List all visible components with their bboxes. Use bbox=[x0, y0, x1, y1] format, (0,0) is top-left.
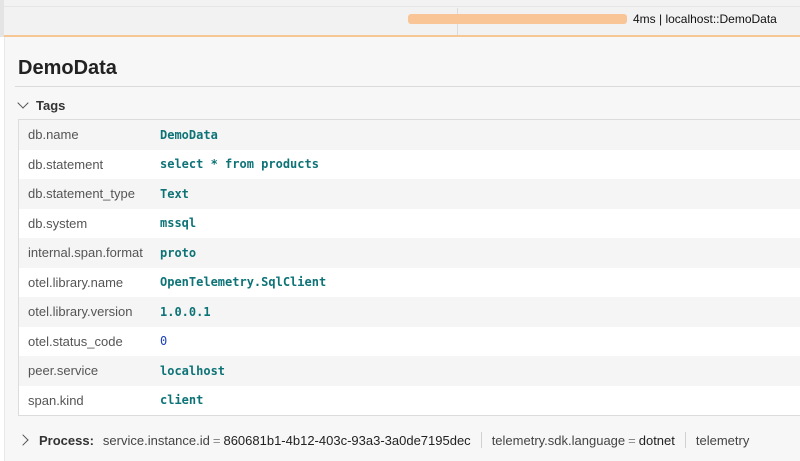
tag-key: otel.library.version bbox=[28, 304, 133, 320]
title-divider bbox=[15, 86, 800, 87]
chevron-down-icon bbox=[17, 97, 29, 109]
process-item-key: service.instance.id bbox=[102, 432, 210, 448]
tags-table: db.name DemoData db.statement select * from… bbox=[18, 119, 800, 416]
process-item-key: telemetry bbox=[695, 432, 750, 448]
tag-key: internal.span.format bbox=[28, 245, 143, 261]
tags-section-label: Tags bbox=[36, 97, 66, 113]
tag-value: 1.0.0.1 bbox=[160, 304, 211, 319]
tag-key: otel.status_code bbox=[28, 333, 123, 349]
tag-value: client bbox=[160, 393, 204, 408]
tag-key: span.kind bbox=[28, 392, 84, 408]
process-section-label: Process: bbox=[39, 432, 94, 448]
tag-row[interactable]: internal.span.format proto bbox=[19, 238, 800, 268]
tag-value: DemoData bbox=[160, 127, 218, 142]
tag-value: OpenTelemetry.SqlClient bbox=[160, 275, 327, 290]
process-item: telemetry.sdk.language = dotnet bbox=[492, 433, 675, 448]
tags-section-toggle[interactable]: Tags bbox=[17, 95, 66, 115]
tag-row[interactable]: peer.service localhost bbox=[19, 356, 800, 386]
tag-key: db.system bbox=[28, 215, 88, 231]
tag-value: proto bbox=[160, 245, 197, 260]
timeline-row-divider bbox=[4, 6, 800, 7]
process-item: service.instance.id = 860681b1-4b12-403c-9… bbox=[103, 433, 471, 448]
tag-value: mssql bbox=[160, 216, 197, 231]
process-item-key: telemetry.sdk.language bbox=[491, 432, 626, 448]
tag-row[interactable]: otel.library.name OpenTelemetry.SqlClient bbox=[19, 267, 800, 297]
timeline-row[interactable]: 4ms | localhost::DemoData bbox=[0, 0, 800, 37]
span-duration-bar[interactable] bbox=[408, 14, 627, 24]
process-separator bbox=[480, 432, 482, 448]
equals-sign: = bbox=[628, 432, 636, 448]
tag-key: otel.library.name bbox=[28, 274, 124, 290]
tag-row[interactable]: db.system mssql bbox=[19, 208, 800, 238]
chevron-right-icon bbox=[17, 434, 29, 446]
tag-key: db.statement bbox=[28, 156, 104, 172]
process-item-value: dotnet bbox=[638, 432, 675, 448]
tag-value: localhost bbox=[160, 363, 226, 378]
tag-key: db.statement_type bbox=[28, 186, 135, 202]
tag-row[interactable]: otel.status_code 0 bbox=[19, 326, 800, 356]
tag-key: peer.service bbox=[28, 363, 99, 379]
process-item: telemetry bbox=[696, 433, 749, 448]
equals-sign: = bbox=[212, 432, 221, 448]
process-section-toggle[interactable]: Process: service.instance.id = 860681b1-4b… bbox=[17, 427, 749, 453]
tag-row[interactable]: span.kind client bbox=[19, 385, 800, 415]
tag-value: Text bbox=[160, 186, 189, 201]
tag-row[interactable]: db.statement_type Text bbox=[19, 179, 800, 209]
tag-value: select * from products bbox=[160, 157, 319, 172]
span-duration-label: 4ms | localhost::DemoData bbox=[633, 12, 777, 26]
tag-key: db.name bbox=[28, 127, 79, 143]
tag-row[interactable]: otel.library.version 1.0.0.1 bbox=[19, 297, 800, 327]
tag-row[interactable]: db.statement select * from products bbox=[19, 149, 800, 179]
tag-value: 0 bbox=[160, 334, 168, 349]
tag-row[interactable]: db.name DemoData bbox=[19, 120, 800, 150]
span-title: DemoData bbox=[18, 57, 117, 79]
process-separator bbox=[684, 432, 686, 448]
span-detail-panel: DemoData Tags db.name DemoData db.statemen… bbox=[4, 37, 800, 461]
process-item-value: 860681b1-4b12-403c-93a3-3a0de7195dec bbox=[223, 432, 471, 448]
